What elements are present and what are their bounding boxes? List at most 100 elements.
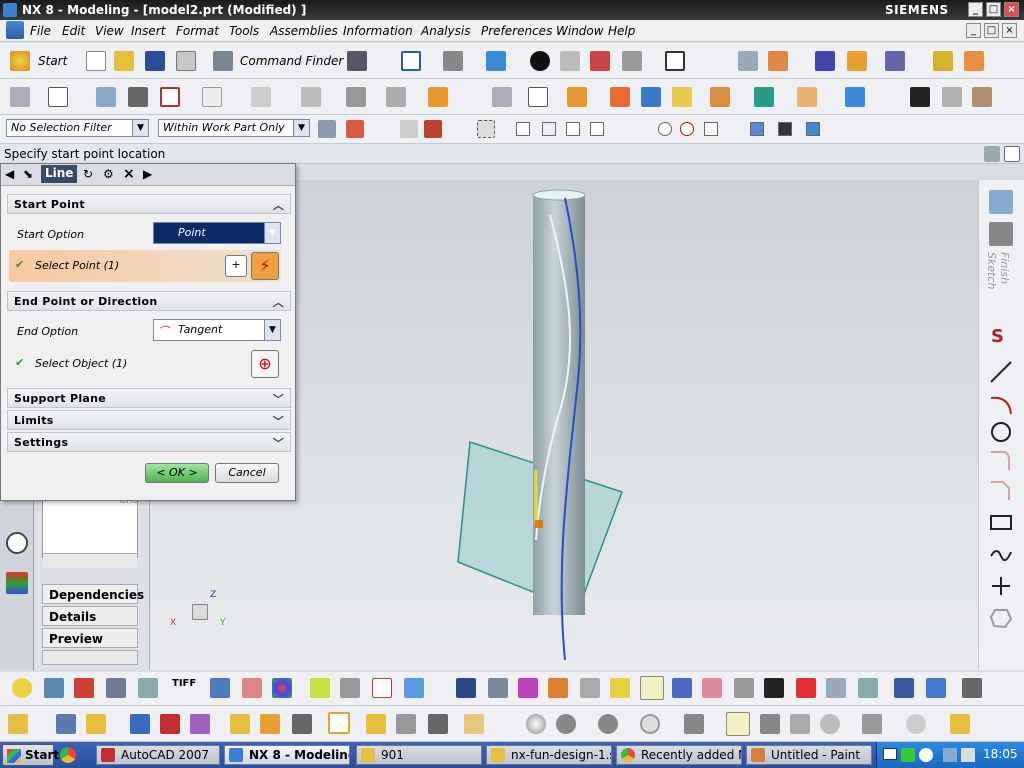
start-point-marker[interactable]	[535, 520, 543, 528]
draw-icon[interactable]	[518, 678, 538, 698]
surface-icon[interactable]	[672, 87, 692, 107]
lighting-icon[interactable]	[138, 678, 158, 698]
replace-face-icon[interactable]	[292, 714, 312, 734]
selection-filter-dropdown[interactable]: No Selection Filter ▼	[6, 119, 149, 137]
brush-icon[interactable]	[580, 678, 600, 698]
mirror-icon[interactable]	[346, 87, 366, 107]
block-icon[interactable]	[641, 87, 661, 107]
dialog-title-bar[interactable]: ◀ ⬊ Line ↻ ⚙ × ▶	[1, 164, 295, 186]
close-icon[interactable]: ×	[123, 166, 135, 182]
print-icon[interactable]	[176, 51, 196, 71]
move-object-icon[interactable]	[885, 51, 905, 71]
select-face-icon[interactable]	[424, 120, 442, 138]
profile-icon[interactable]: S	[991, 326, 1011, 347]
feature-icon[interactable]	[567, 87, 587, 107]
menu-information[interactable]: Information	[343, 24, 413, 38]
snap-midpoint-icon[interactable]	[542, 122, 556, 136]
power-icon[interactable]	[919, 748, 933, 762]
assembly-icon[interactable]	[754, 87, 774, 107]
square-icon[interactable]	[684, 714, 704, 734]
color-group-icon[interactable]	[702, 678, 722, 698]
network-icon[interactable]	[943, 748, 957, 762]
pattern-icon[interactable]	[130, 714, 150, 734]
task-901[interactable]: 901	[356, 745, 482, 765]
rectangle-icon[interactable]	[989, 510, 1013, 534]
studio-spline-icon[interactable]	[989, 542, 1013, 566]
palette-icon[interactable]	[6, 572, 28, 594]
brush-tool-icon[interactable]	[8, 714, 28, 734]
part-icon[interactable]	[845, 87, 865, 107]
cube-blue-icon[interactable]	[404, 678, 424, 698]
menu-assemblies[interactable]: Assemblies	[270, 24, 338, 38]
start-button[interactable]: Start	[38, 54, 67, 68]
assembly-view-icon[interactable]	[894, 678, 914, 698]
point-dialog-button[interactable]: +	[225, 255, 247, 277]
panel-preview[interactable]: Preview	[42, 628, 138, 648]
chevron-right-icon[interactable]: ▶	[143, 167, 152, 181]
section-support-plane[interactable]: Support Plane ﹀	[7, 388, 291, 408]
snap-endpoint-icon[interactable]	[516, 122, 530, 136]
torus-icon[interactable]	[556, 714, 576, 734]
command-finder-icon[interactable]	[213, 51, 233, 71]
doc-close-button[interactable]: ×	[1002, 23, 1017, 38]
polygon-icon[interactable]	[989, 606, 1013, 630]
end-option-dropdown[interactable]: ⌒ Tangent ▼	[153, 319, 281, 341]
view-front-icon[interactable]	[560, 51, 580, 71]
open-icon[interactable]	[114, 51, 134, 71]
film-icon[interactable]	[910, 87, 930, 107]
tree-horizontal-scrollbar[interactable]	[43, 553, 137, 568]
pin-icon[interactable]: ⬊	[23, 167, 33, 181]
menu-help[interactable]: Help	[608, 24, 635, 38]
finish-sketch-icon[interactable]	[989, 190, 1013, 214]
snap-arc-icon[interactable]	[590, 122, 604, 136]
fullscreen-icon[interactable]	[1004, 146, 1020, 162]
revolve-icon[interactable]	[610, 87, 630, 107]
cylinder-body[interactable]	[533, 195, 585, 615]
extrude-icon[interactable]	[428, 87, 448, 107]
dots-icon[interactable]	[862, 714, 882, 734]
chamfer-icon[interactable]	[989, 478, 1013, 502]
lightbulb-icon[interactable]	[12, 678, 32, 698]
command-finder-button[interactable]: Command Finder	[240, 54, 343, 68]
finish-sketch-label[interactable]: Finish Sketch	[985, 252, 1011, 324]
crosshair-select-button[interactable]: ⊕	[251, 350, 279, 378]
measure-angle-icon[interactable]	[964, 51, 984, 71]
inferred-point-button[interactable]: ⚡	[251, 252, 279, 280]
view-section-icon[interactable]	[488, 678, 508, 698]
save-icon[interactable]	[145, 51, 165, 71]
menu-format[interactable]: Format	[176, 24, 219, 38]
select-body-icon[interactable]	[400, 120, 418, 138]
blend-icon[interactable]	[710, 87, 730, 107]
person-icon[interactable]	[760, 714, 780, 734]
sketch2-icon[interactable]	[492, 87, 512, 107]
component-icon[interactable]	[797, 87, 817, 107]
highlight-select-icon[interactable]	[726, 712, 750, 736]
grid-cube-icon[interactable]	[826, 678, 846, 698]
snap-point-on-curve-icon[interactable]	[728, 122, 742, 136]
move-face-icon[interactable]	[230, 714, 250, 734]
filter-settings-icon[interactable]	[318, 120, 336, 138]
nx-app-icon[interactable]	[3, 3, 17, 17]
datum-plane-icon[interactable]	[48, 87, 68, 107]
sphere-icon[interactable]	[526, 714, 546, 734]
history-clock-icon[interactable]	[6, 532, 28, 554]
no-entry-icon[interactable]	[640, 714, 660, 734]
user-icon[interactable]	[672, 678, 692, 698]
block-tool-icon[interactable]	[464, 714, 484, 734]
mirror-feature-icon[interactable]	[160, 714, 180, 734]
tool-icon[interactable]	[950, 714, 970, 734]
snap-curve-icon[interactable]	[614, 122, 628, 136]
profile-icon[interactable]	[160, 87, 180, 107]
arc-icon[interactable]	[989, 392, 1013, 416]
shaded-icon[interactable]	[74, 678, 94, 698]
menu-preferences[interactable]: Preferences	[481, 24, 552, 38]
new-icon[interactable]	[86, 51, 106, 71]
snap-icon[interactable]	[815, 51, 835, 71]
mesh-icon[interactable]	[858, 678, 878, 698]
menu-file[interactable]: File	[30, 24, 51, 38]
export-icon[interactable]	[926, 678, 946, 698]
select-component-icon[interactable]	[806, 122, 820, 136]
offset-icon[interactable]	[301, 87, 321, 107]
task-nx-fun-design[interactable]: nx-fun-design-1.s...	[486, 745, 612, 765]
disc-icon[interactable]	[598, 714, 618, 734]
